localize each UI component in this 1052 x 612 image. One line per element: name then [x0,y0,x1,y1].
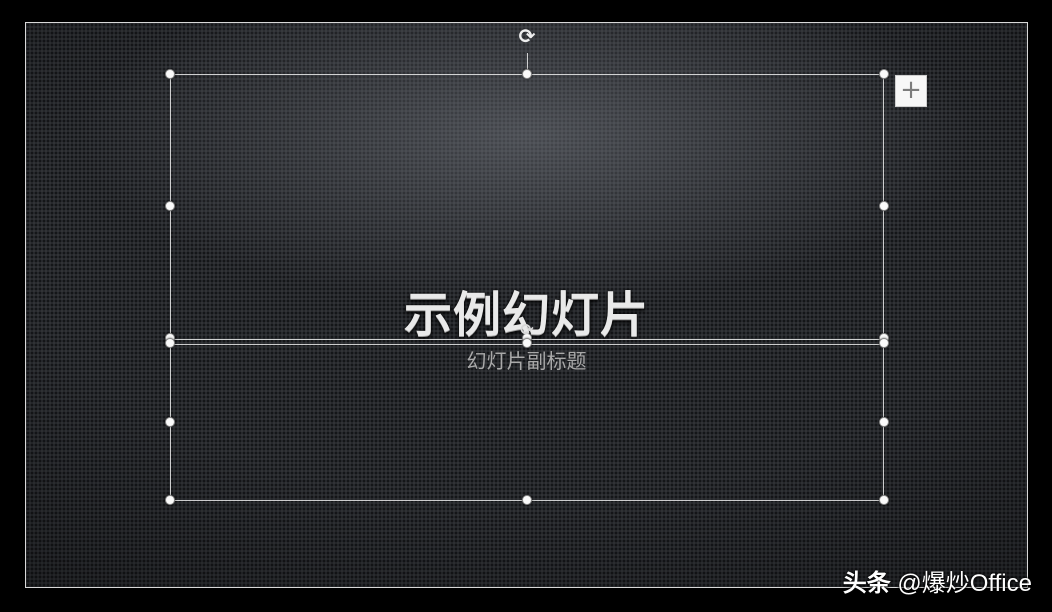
subtitle-resize-handle-left[interactable] [165,417,175,427]
title-rotate-handle-icon[interactable]: ⟳ [516,25,538,47]
subtitle-resize-handle-top-left[interactable] [165,338,175,348]
layout-options-plus-icon[interactable]: + [895,75,927,107]
watermark-brand: 头条 [842,570,891,597]
title-placeholder-frame[interactable] [170,74,884,340]
slide-canvas[interactable]: 示例幻灯片 幻灯片副标题 ⟳ ⟳ + [25,22,1028,588]
watermark: 头条 @爆炒Office [843,563,1032,598]
subtitle-resize-handle-bottom-left[interactable] [165,495,175,505]
title-resize-handle-right[interactable] [879,201,889,211]
title-resize-handle-top-left[interactable] [165,69,175,79]
subtitle-resize-handle-top-right[interactable] [879,338,889,348]
subtitle-resize-handle-bottom-right[interactable] [879,495,889,505]
subtitle-resize-handle-top[interactable] [522,338,532,348]
watermark-account: @爆炒Office [897,570,1032,597]
title-resize-handle-top[interactable] [522,69,532,79]
title-resize-handle-left[interactable] [165,201,175,211]
subtitle-placeholder-frame[interactable] [170,344,884,501]
title-resize-handle-top-right[interactable] [879,69,889,79]
subtitle-resize-handle-right[interactable] [879,417,889,427]
subtitle-resize-handle-bottom[interactable] [522,495,532,505]
